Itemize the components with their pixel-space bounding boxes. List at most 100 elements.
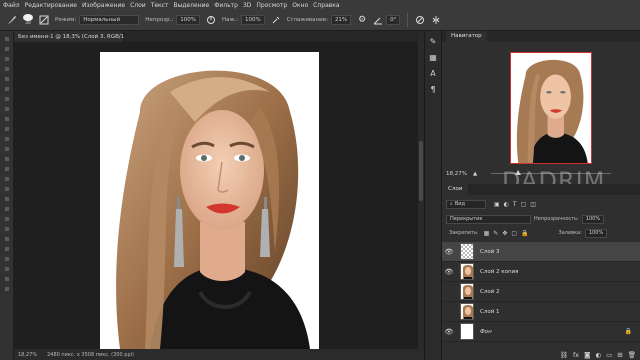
tab-layers[interactable]: Слои <box>442 184 469 195</box>
document-tab[interactable]: Без имени-1 @ 18,3% (Слой 3, RGB/16) * × <box>14 31 143 42</box>
menu-select[interactable]: Выделение <box>173 2 209 9</box>
tool-slot[interactable] <box>4 127 9 131</box>
symmetry-icon[interactable] <box>430 14 442 26</box>
tool-slot[interactable] <box>4 177 9 181</box>
tool-slot[interactable] <box>4 77 9 81</box>
canvas-area[interactable] <box>14 42 418 349</box>
layer-name[interactable]: Фон <box>480 329 492 335</box>
character-panel-icon[interactable]: A <box>428 69 438 79</box>
filter-adjust-icon[interactable]: ◐ <box>504 201 509 208</box>
tool-slot[interactable] <box>4 167 9 171</box>
tool-slot[interactable] <box>4 117 9 121</box>
menu-image[interactable]: Изображение <box>82 2 125 9</box>
brush-settings-icon[interactable] <box>38 14 50 26</box>
tool-slot[interactable] <box>4 217 9 221</box>
zoom-out-icon[interactable]: ▲ <box>473 171 477 177</box>
tool-slot[interactable] <box>4 227 9 231</box>
layer-name[interactable]: Слой 2 копия <box>480 269 518 275</box>
scrollbar-thumb[interactable] <box>419 141 423 201</box>
layer-row[interactable]: 👁 Слой 2 копия <box>442 262 640 282</box>
new-layer-icon[interactable]: ⊞ <box>617 351 622 359</box>
fill-field[interactable]: 100% <box>584 228 608 238</box>
menu-window[interactable]: Окно <box>292 2 308 9</box>
paragraph-panel-icon[interactable]: ¶ <box>428 85 438 95</box>
tool-slot[interactable] <box>4 287 9 291</box>
pressure-field[interactable]: 100% <box>241 15 265 25</box>
filter-smart-icon[interactable]: ◫ <box>530 201 536 208</box>
eye-icon[interactable]: 👁 <box>442 248 456 256</box>
add-mask-icon[interactable]: ◙ <box>584 351 590 359</box>
airbrush-icon[interactable] <box>270 14 282 26</box>
tool-slot[interactable] <box>4 267 9 271</box>
tool-slot[interactable] <box>4 97 9 101</box>
tool-slot[interactable] <box>4 207 9 211</box>
lock-transparency-icon[interactable]: ▦ <box>484 230 490 237</box>
navigator-zoom-value[interactable]: 18,27% <box>446 171 467 177</box>
filter-shape-icon[interactable]: ▢ <box>521 201 527 208</box>
layer-row[interactable]: Слой 2 <box>442 282 640 302</box>
grid-panel-icon[interactable]: ▦ <box>428 53 438 63</box>
smoothing-field[interactable]: 21% <box>330 15 352 25</box>
tool-slot[interactable] <box>4 237 9 241</box>
brush-preset-picker[interactable]: 30 <box>22 14 34 26</box>
tab-navigator[interactable]: Навигатор <box>446 31 487 42</box>
lock-all-icon[interactable]: 🔒 <box>521 230 528 237</box>
tool-slot[interactable] <box>4 147 9 151</box>
brush-tool-icon[interactable] <box>6 14 18 26</box>
menu-view[interactable]: Просмотр <box>256 2 287 9</box>
tool-slot[interactable] <box>4 67 9 71</box>
mode-select[interactable]: Нормальный <box>79 15 140 25</box>
layers-filter-select[interactable]: ⌕ Вид <box>446 199 486 209</box>
layers-header: Слои <box>442 184 640 195</box>
layer-opacity-field[interactable]: 100% <box>581 214 605 224</box>
layer-row[interactable]: 👁 Слой 3 <box>442 242 640 262</box>
navigator-thumbnail[interactable] <box>510 52 592 164</box>
lock-brush-icon[interactable]: ✎ <box>493 230 498 237</box>
pressure-opacity-icon[interactable] <box>205 14 217 26</box>
filter-pixel-icon[interactable]: ▣ <box>494 201 500 208</box>
lock-artboard-icon[interactable]: ▢ <box>511 230 517 237</box>
tool-slot[interactable] <box>4 247 9 251</box>
new-group-icon[interactable]: ▭ <box>606 351 612 359</box>
tool-slot[interactable] <box>4 37 9 41</box>
tool-slot[interactable] <box>4 187 9 191</box>
lock-move-icon[interactable]: ✥ <box>502 230 507 237</box>
status-zoom[interactable]: 18,27% <box>18 352 37 358</box>
tool-slot[interactable] <box>4 157 9 161</box>
tool-slot[interactable] <box>4 137 9 141</box>
layer-name[interactable]: Слой 2 <box>480 289 500 295</box>
document-tab-title: Без имени-1 @ 18,3% (Слой 3, RGB/16) * <box>18 33 135 40</box>
eye-icon[interactable]: 👁 <box>442 328 456 336</box>
tool-slot[interactable] <box>4 107 9 111</box>
layer-row[interactable]: Слой 1 <box>442 302 640 322</box>
pressure-size-icon[interactable] <box>414 14 426 26</box>
opacity-field[interactable]: 100% <box>176 15 200 25</box>
fx-icon[interactable]: fx <box>573 351 579 359</box>
tool-slot[interactable] <box>4 57 9 61</box>
filter-text-icon[interactable]: T <box>513 201 517 208</box>
blend-mode-select[interactable]: Перекрытие <box>446 214 531 224</box>
menu-help[interactable]: Справка <box>313 2 339 9</box>
document-canvas[interactable] <box>100 52 319 349</box>
adjustment-layer-icon[interactable]: ◐ <box>595 351 601 359</box>
menu-layers[interactable]: Слои <box>130 2 146 9</box>
menu-filter[interactable]: Фильтр <box>214 2 238 9</box>
tool-slot[interactable] <box>4 257 9 261</box>
gear-icon[interactable]: ⚙ <box>356 14 368 26</box>
eye-icon[interactable]: 👁 <box>442 268 456 276</box>
layer-row[interactable]: 👁 Фон 🔒 <box>442 322 640 342</box>
tool-slot[interactable] <box>4 197 9 201</box>
menu-text[interactable]: Текст <box>151 2 169 9</box>
angle-field[interactable]: 0° <box>386 15 401 25</box>
tool-slot[interactable] <box>4 87 9 91</box>
brush-panel-icon[interactable]: ✎ <box>428 37 438 47</box>
menu-3d[interactable]: 3D <box>243 2 251 9</box>
menu-file[interactable]: Файл <box>3 2 20 9</box>
layer-name[interactable]: Слой 1 <box>480 309 500 315</box>
menu-edit[interactable]: Редактирование <box>25 2 77 9</box>
link-layers-icon[interactable]: ⛓ <box>560 351 568 359</box>
delete-layer-icon[interactable]: 🗑 <box>628 351 636 359</box>
tool-slot[interactable] <box>4 47 9 51</box>
tool-slot[interactable] <box>4 277 9 281</box>
layer-name[interactable]: Слой 3 <box>480 249 500 255</box>
